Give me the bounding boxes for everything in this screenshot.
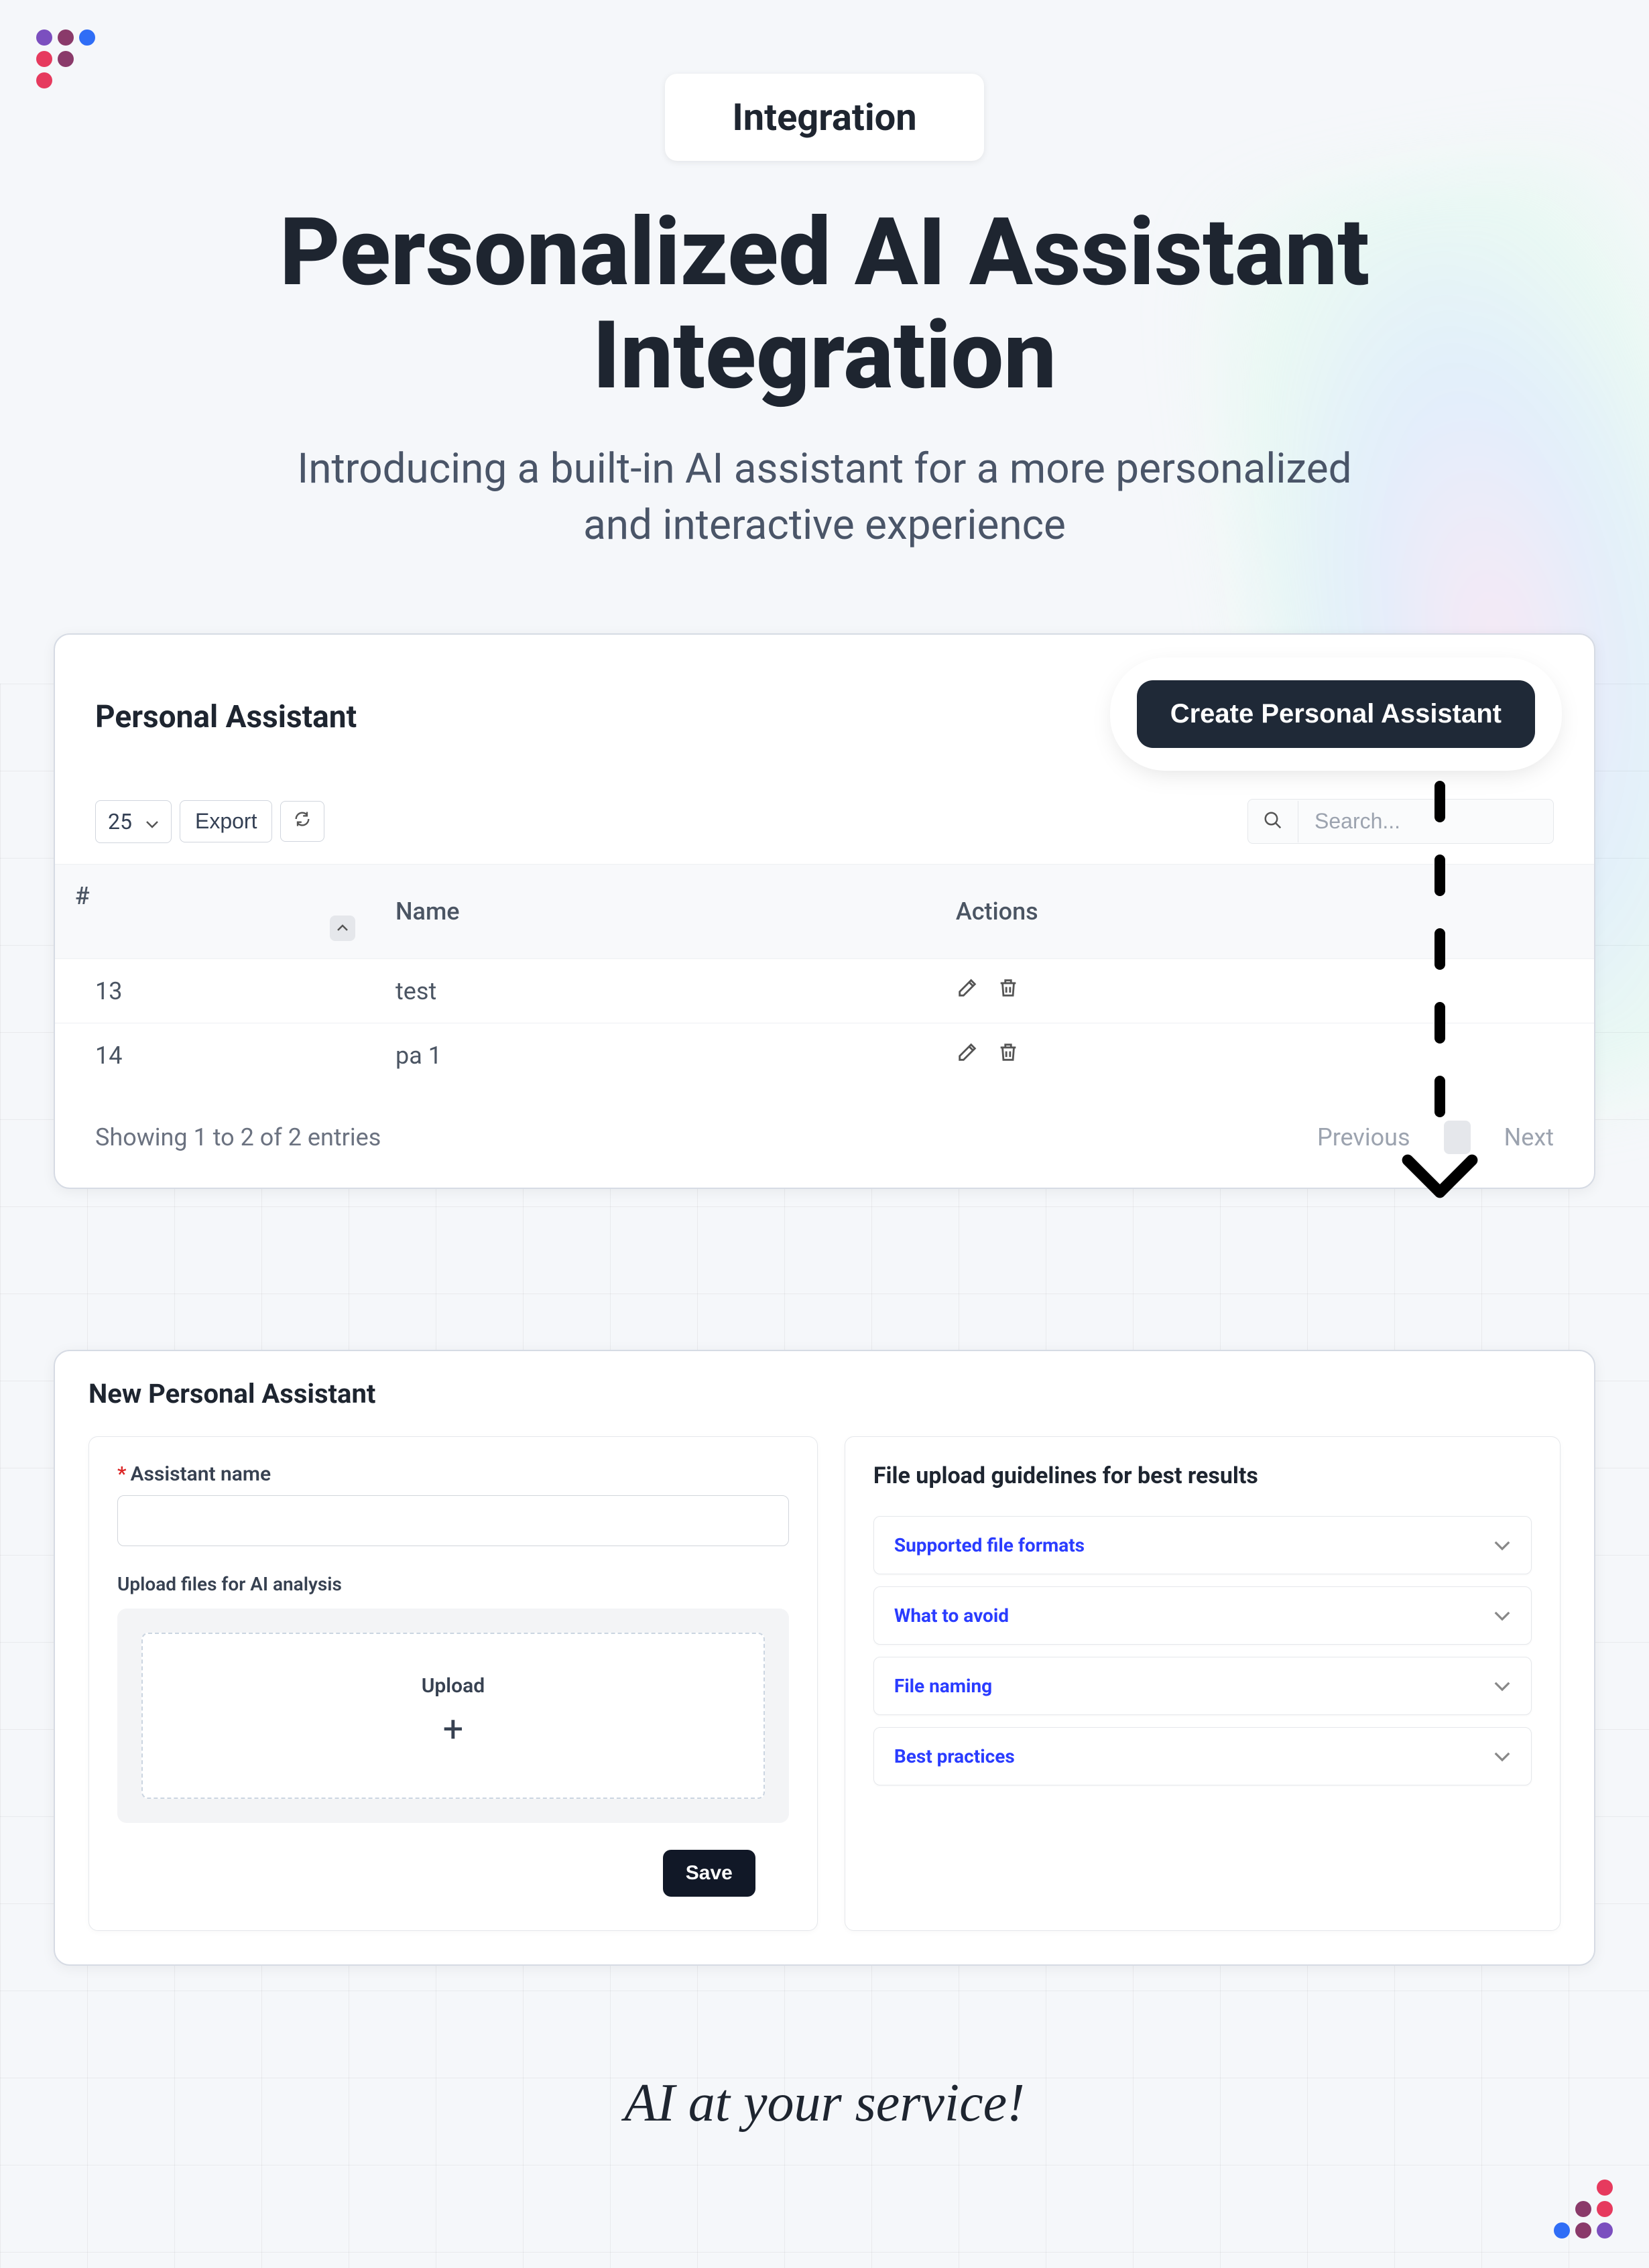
column-number[interactable]: #: [55, 865, 375, 959]
flow-arrow: [1400, 781, 1480, 1206]
accordion-supported-formats[interactable]: Supported file formats: [873, 1516, 1532, 1574]
create-button-halo: Create Personal Assistant: [1118, 666, 1554, 763]
new-assistant-panel: New Personal Assistant *Assistant name U…: [54, 1350, 1595, 1966]
search-icon: [1248, 801, 1298, 842]
page-size-select[interactable]: 25: [95, 800, 172, 843]
next-button[interactable]: Next: [1504, 1123, 1554, 1151]
form-card: *Assistant name Upload files for AI anal…: [88, 1436, 818, 1931]
assistant-list-panel: Personal Assistant Create Personal Assis…: [54, 633, 1595, 1189]
plus-icon: +: [143, 1708, 764, 1751]
page-subtitle: Introducing a built-in AI assistant for …: [0, 441, 1649, 553]
chevron-down-icon: [1493, 1539, 1511, 1552]
guidelines-title: File upload guidelines for best results: [873, 1462, 1532, 1489]
assistant-name-label: *Assistant name: [117, 1462, 789, 1486]
sort-asc-icon[interactable]: [330, 916, 355, 941]
panel-title: Personal Assistant: [95, 699, 357, 735]
logo-dots-bottom-right: [1551, 2177, 1615, 2241]
column-actions: Actions: [936, 865, 1594, 959]
table-row: 14 pa 1: [55, 1023, 1594, 1088]
create-personal-assistant-button[interactable]: Create Personal Assistant: [1137, 680, 1535, 748]
table-row: 13 test: [55, 959, 1594, 1023]
chevron-down-icon: [1493, 1610, 1511, 1622]
chevron-down-icon: [1493, 1680, 1511, 1692]
edit-icon[interactable]: [956, 1041, 979, 1064]
trash-icon[interactable]: [997, 976, 1020, 999]
entries-info: Showing 1 to 2 of 2 entries: [95, 1123, 381, 1151]
accordion-best-practices[interactable]: Best practices: [873, 1727, 1532, 1785]
guidelines-card: File upload guidelines for best results …: [845, 1436, 1561, 1931]
edit-icon[interactable]: [956, 976, 979, 999]
accordion-what-to-avoid[interactable]: What to avoid: [873, 1586, 1532, 1645]
chevron-down-icon: [145, 809, 159, 834]
export-button[interactable]: Export: [180, 800, 272, 842]
arrow-down-icon: [1400, 1149, 1480, 1206]
assistants-table: # Name Actions 13 test: [55, 864, 1594, 1087]
accordion-file-naming[interactable]: File naming: [873, 1657, 1532, 1715]
save-button[interactable]: Save: [663, 1850, 755, 1897]
refresh-icon: [293, 810, 312, 828]
panel-title: New Personal Assistant: [88, 1378, 1561, 1409]
chevron-down-icon: [1493, 1751, 1511, 1763]
integration-badge: Integration: [665, 74, 983, 161]
upload-label: Upload files for AI analysis: [117, 1573, 789, 1595]
trash-icon[interactable]: [997, 1041, 1020, 1064]
column-name[interactable]: Name: [375, 865, 936, 959]
refresh-button[interactable]: [280, 801, 324, 842]
page-title: Personalized AI Assistant Integration: [0, 201, 1649, 407]
previous-button[interactable]: Previous: [1317, 1123, 1410, 1151]
upload-dropzone[interactable]: Upload +: [141, 1633, 765, 1799]
tagline: AI at your service!: [0, 2073, 1649, 2134]
assistant-name-input[interactable]: [117, 1495, 789, 1546]
